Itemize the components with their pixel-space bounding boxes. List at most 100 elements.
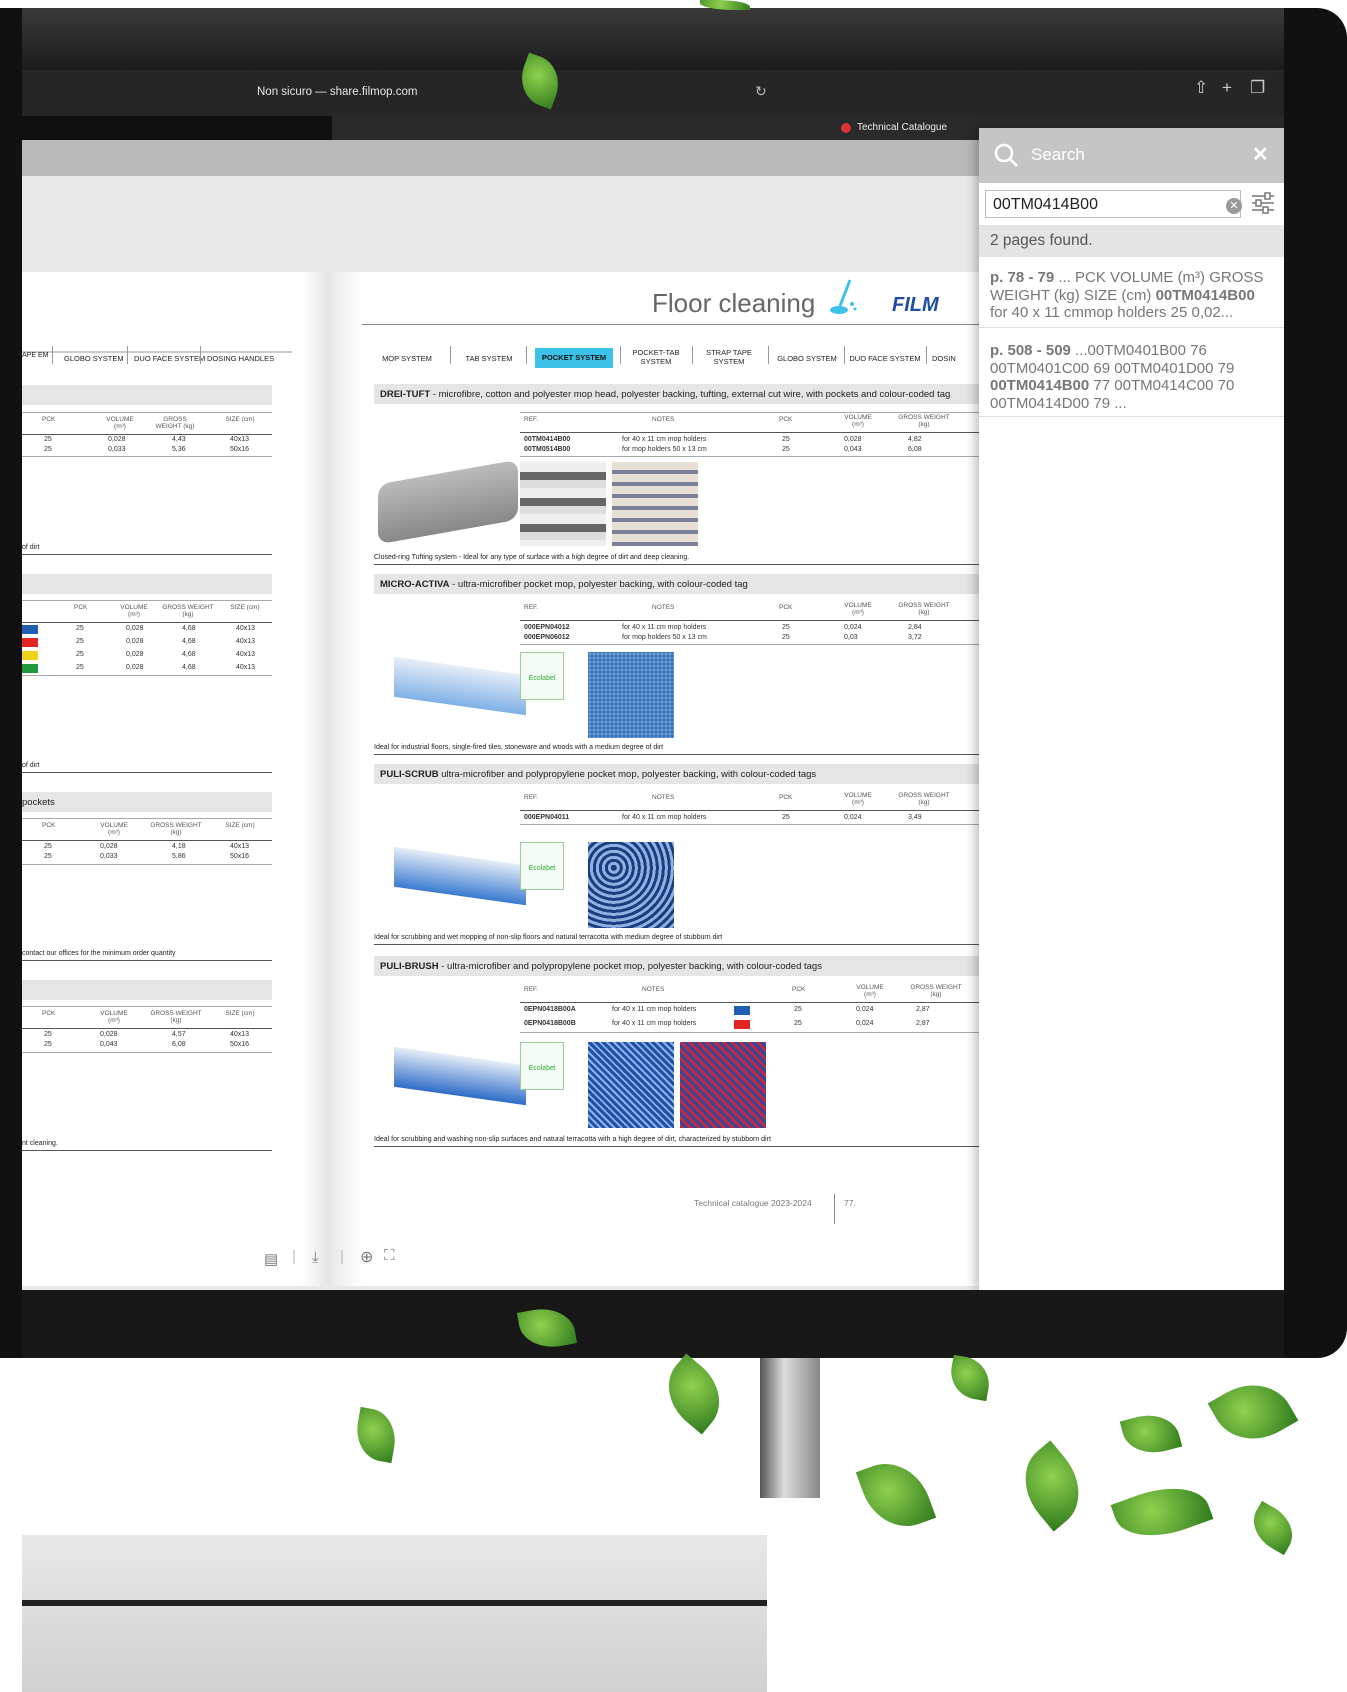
left-caption: nt cleaning. <box>22 1140 58 1147</box>
nav-pocket-system[interactable]: POCKET SYSTEM <box>535 348 613 368</box>
left-nav-item[interactable]: GLOBO SYSTEM <box>64 354 124 363</box>
table-rule <box>22 864 272 865</box>
product-caption: Ideal for scrubbing and washing non-slip… <box>374 1136 771 1143</box>
nav-separator <box>127 346 128 364</box>
search-input[interactable]: 00TM0414B00 <box>985 190 1241 218</box>
search-panel: Search ✕ 00TM0414B00 ✕ 2 pages found. p.… <box>979 128 1284 1290</box>
nav-strap-tape-system[interactable]: STRAP TAPE SYSTEM <box>698 348 760 366</box>
col-header: PCK <box>42 416 56 423</box>
col-header: GROSS WEIGHT (kg) <box>155 416 195 430</box>
result-highlight: 00TM0414B00 <box>990 377 1090 394</box>
tabs-overview-icon[interactable]: ❐ <box>1250 78 1265 98</box>
filter-settings-icon[interactable] <box>1250 191 1276 215</box>
zoom-in-icon[interactable]: ⊕ <box>360 1247 373 1267</box>
nav-globo-system[interactable]: GLOBO SYSTEM <box>774 354 840 363</box>
ecolabel-icon: Ecolabel <box>520 842 564 890</box>
color-swatch-yellow <box>22 651 38 660</box>
caption-rule <box>374 754 982 755</box>
caption-rule <box>22 554 272 555</box>
search-icon <box>993 142 1019 168</box>
nav-separator <box>526 346 527 364</box>
table-rule <box>22 600 272 601</box>
col-header: VOLUME (m³) <box>106 416 134 430</box>
left-nav-item[interactable]: DUO FACE SYSTEM <box>134 354 205 363</box>
address-bar[interactable]: Non sicuro — share.filmop.com <box>257 86 417 98</box>
product-caption: Ideal for scrubbing and wet mopping of n… <box>374 934 723 941</box>
table-rule <box>22 622 272 623</box>
table-rule <box>22 412 272 413</box>
left-section-header <box>22 385 272 405</box>
table-rule <box>520 810 982 811</box>
col-header: GROSS WEIGHT (kg) <box>150 822 202 836</box>
result-divider <box>979 416 1284 417</box>
nav-dosing[interactable]: DOSIN <box>932 354 962 363</box>
table-rule <box>22 456 272 457</box>
product-name: MICRO-ACTIVA <box>380 579 450 590</box>
col-header: VOLUME (m³) <box>120 604 148 618</box>
left-section-header: pockets <box>22 792 272 812</box>
search-result-item[interactable]: p. 508 - 509 ...00TM0401B00 76 00TM0401C… <box>979 342 1284 412</box>
table-rule <box>520 1002 982 1003</box>
comment-icon[interactable]: ▤ <box>264 1250 278 1268</box>
nav-separator <box>692 346 693 364</box>
caption-rule <box>374 944 982 945</box>
table-rule <box>520 456 982 457</box>
leaf-decoration <box>1207 1368 1299 1456</box>
result-pages: p. 508 - 509 <box>990 342 1071 359</box>
caption-rule <box>374 564 982 565</box>
table-rule <box>520 644 982 645</box>
table-rule <box>22 1006 272 1007</box>
control-separator: | <box>340 1248 344 1265</box>
nav-duo-face-system[interactable]: DUO FACE SYSTEM <box>848 354 922 363</box>
reload-icon[interactable]: ↻ <box>755 83 767 100</box>
nav-pocket-tab-system[interactable]: POCKET-TAB SYSTEM <box>626 348 686 366</box>
monitor-base-edge <box>22 1600 767 1606</box>
clear-search-icon[interactable]: ✕ <box>1226 198 1242 214</box>
table-rule <box>520 824 982 825</box>
color-swatch-blue <box>22 625 38 634</box>
col-header: PCK <box>779 604 793 611</box>
col-header: VOLUME (m³) <box>844 414 872 428</box>
left-nav-item[interactable]: APE EM <box>22 352 48 359</box>
search-panel-title: Search <box>1031 145 1085 164</box>
nav-mop-system[interactable]: MOP SYSTEM <box>372 354 442 363</box>
col-header: VOLUME (m³) <box>100 1010 128 1024</box>
product-header: PULI-SCRUB ultra-microfiber and polyprop… <box>374 764 982 784</box>
fullscreen-icon[interactable]: ⛶ <box>384 1247 395 1264</box>
share-icon[interactable]: ⇧ <box>1194 78 1208 98</box>
footer-separator <box>834 1194 835 1224</box>
table-rule <box>22 1052 272 1053</box>
filmop-favicon-icon <box>841 123 851 133</box>
nav-tab-system[interactable]: TAB SYSTEM <box>458 354 520 363</box>
left-caption: of dirt <box>22 762 40 769</box>
control-separator: | <box>292 1248 296 1265</box>
product-name: PULI-BRUSH <box>380 961 439 972</box>
section-title: Floor cleaning <box>652 288 816 318</box>
col-header: PCK <box>779 416 793 423</box>
product-name: DREI-TUFT <box>380 389 431 400</box>
download-icon[interactable]: ⤓ <box>312 1249 319 1266</box>
search-result-item[interactable]: p. 78 - 79 ... PCK VOLUME (m³) GROSS WEI… <box>979 269 1284 322</box>
fabric-swatch-image <box>588 1042 674 1128</box>
fabric-swatch-image <box>588 842 674 928</box>
floor-cleaning-icon <box>828 278 858 318</box>
tab-title: Technical Catalogue <box>857 122 948 133</box>
col-header: VOLUME (m³) <box>844 602 872 616</box>
col-header: NOTES <box>652 794 675 801</box>
tab-inactive[interactable] <box>22 116 332 140</box>
caption-rule <box>22 960 272 961</box>
browser-window: Non sicuro — share.filmop.com ↻ ⇧ + ❐ Te… <box>22 70 1284 1290</box>
caption-rule <box>374 1146 982 1147</box>
new-tab-icon[interactable]: + <box>1222 78 1232 98</box>
nav-separator <box>52 346 53 364</box>
col-header: NOTES <box>652 604 675 611</box>
monitor-chin <box>22 1290 1284 1358</box>
close-icon[interactable]: ✕ <box>1252 142 1269 167</box>
product-name: PULI-SCRUB <box>380 769 439 780</box>
col-header: VOLUME (m³) <box>100 822 128 836</box>
nav-separator <box>620 346 621 364</box>
leaf-decoration <box>351 1406 401 1464</box>
col-header: GROSS WEIGHT (kg) <box>898 414 950 428</box>
monitor-stand <box>760 1358 820 1498</box>
left-nav-item[interactable]: DOSING HANDLES <box>207 354 274 363</box>
